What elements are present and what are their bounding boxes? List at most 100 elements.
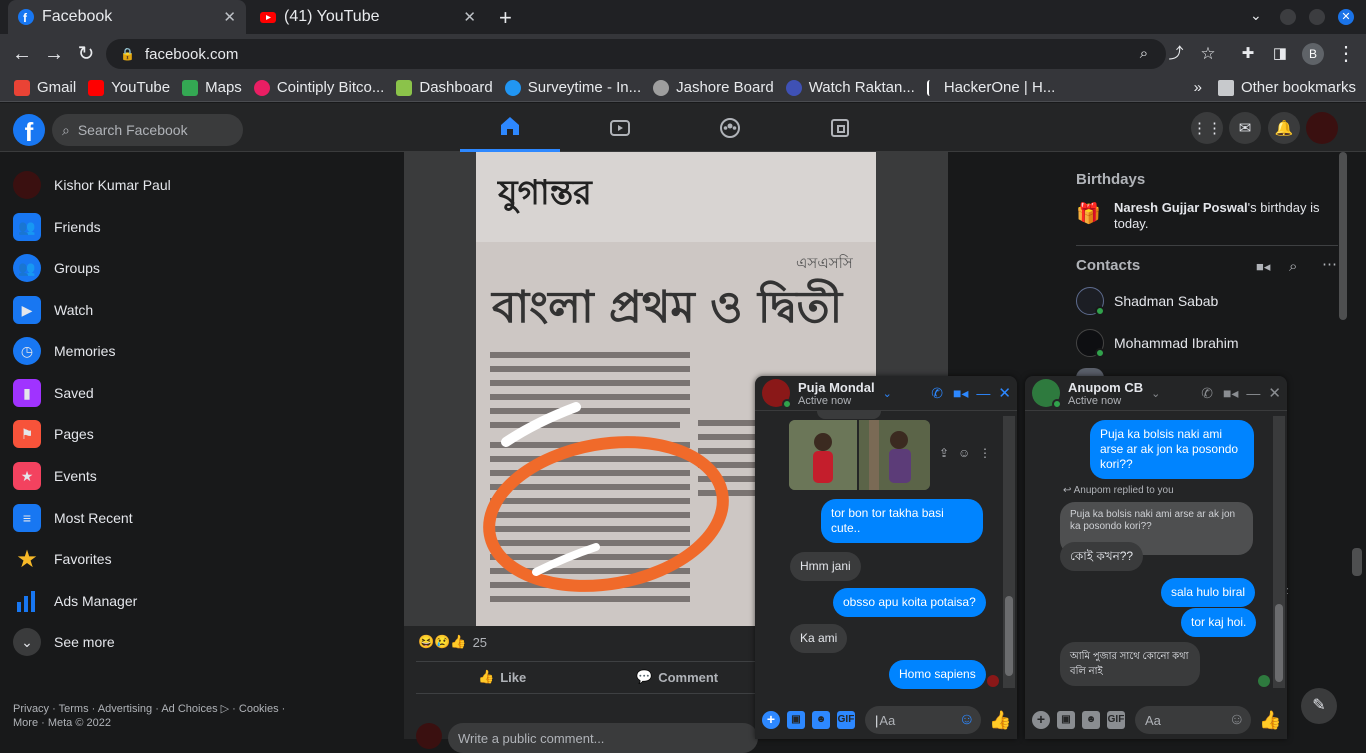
chat-header[interactable]: Puja Mondal Active now ⌄ ✆ ■◂ — ✕: [755, 376, 1017, 411]
message-sent[interactable]: Homo sapiens: [889, 660, 986, 689]
phone-icon[interactable]: ✆: [931, 385, 943, 402]
facebook-logo[interactable]: f: [13, 114, 45, 147]
bookmark-watch-raktan[interactable]: Watch Raktan...: [785, 79, 915, 96]
message-sent[interactable]: tor kaj hoi.: [1181, 608, 1257, 637]
close-tab-icon[interactable]: ✕: [223, 8, 236, 26]
gif-icon[interactable]: GIF: [1107, 711, 1125, 729]
shared-photo[interactable]: [859, 420, 930, 490]
message-sent[interactable]: sala hulo biral: [1161, 578, 1256, 607]
close-tab-icon[interactable]: ✕: [463, 8, 476, 26]
comment-input[interactable]: Write a public comment...: [448, 723, 758, 753]
chevron-down-icon[interactable]: ⌄: [1151, 387, 1160, 400]
thumbs-up-icon[interactable]: 👍: [1259, 710, 1281, 731]
search-input[interactable]: ⌕ Search Facebook: [52, 114, 243, 146]
close-window-button[interactable]: ✕: [1338, 9, 1354, 25]
like-button[interactable]: 👍 Like: [478, 669, 526, 685]
message-received[interactable]: আমি পুজার সাথে কোনো কথা বলি নাই: [1060, 642, 1200, 686]
birthday-notice[interactable]: Naresh Gujjar Poswal's birthday is today…: [1114, 200, 1334, 232]
minimize-icon[interactable]: —: [1246, 385, 1260, 401]
message-sent[interactable]: Puja ka bolsis naki ami arse ar ak jon k…: [1090, 420, 1254, 479]
back-icon[interactable]: ←: [10, 42, 34, 66]
menu-icon[interactable]: ⋮: [1334, 42, 1358, 66]
bookmark-jashore-board[interactable]: Jashore Board: [653, 79, 774, 96]
contact-item[interactable]: Shadman Sabab: [1076, 281, 1336, 321]
close-icon[interactable]: ✕: [998, 384, 1011, 402]
sidebar-item-saved[interactable]: ▮ Saved: [10, 373, 390, 413]
plus-icon[interactable]: +: [762, 711, 780, 729]
sidebar-item-memories[interactable]: ◷ Memories: [10, 331, 390, 371]
contact-item[interactable]: Mohammad Ibrahim: [1076, 323, 1336, 363]
thumbs-up-icon[interactable]: 👍: [989, 710, 1011, 731]
sticker-icon[interactable]: ☻: [812, 711, 830, 729]
gif-icon[interactable]: GIF: [837, 711, 855, 729]
message-sent[interactable]: tor bon tor takha basi cute..: [821, 499, 983, 543]
menu-grid-icon[interactable]: ⋮⋮: [1191, 112, 1223, 144]
more-options-icon[interactable]: ⋯: [1322, 255, 1337, 273]
account-avatar[interactable]: [1306, 112, 1338, 144]
photo-icon[interactable]: ▣: [1057, 711, 1075, 729]
other-bookmarks-folder[interactable]: Other bookmarks: [1217, 79, 1356, 96]
chat-scrollbar-thumb[interactable]: [1275, 604, 1283, 682]
sidebar-item-groups[interactable]: 👥 Groups: [10, 248, 390, 288]
bookmark-youtube[interactable]: YouTube: [88, 79, 170, 96]
page-scrollbar-thumb[interactable]: [1352, 548, 1362, 576]
emoji-icon[interactable]: ☺: [1229, 711, 1245, 729]
comment-button[interactable]: 💬 Comment: [636, 669, 718, 685]
sidebar-item-most-recent[interactable]: ≡ Most Recent: [10, 498, 390, 538]
share-icon[interactable]: ⇪: [939, 446, 949, 460]
chat-header[interactable]: Anupom CB Active now ⌄ ✆ ■◂ — ✕: [1025, 376, 1287, 411]
side-panel-icon[interactable]: ◨: [1268, 42, 1292, 66]
plus-icon[interactable]: +: [1032, 711, 1050, 729]
sidebar-item-favorites[interactable]: ★ Favorites: [10, 539, 390, 579]
bookmark-gmail[interactable]: Gmail: [14, 79, 76, 96]
profile-avatar[interactable]: B: [1302, 43, 1324, 65]
minimize-icon[interactable]: —: [976, 385, 990, 401]
zoom-icon[interactable]: ⌕: [1132, 42, 1156, 66]
new-message-button[interactable]: ✎: [1301, 688, 1337, 724]
minimize-window-button[interactable]: [1280, 9, 1296, 25]
react-icon[interactable]: ☺: [958, 446, 970, 460]
sidebar-item-watch[interactable]: ▶ Watch: [10, 290, 390, 330]
bookmark-hackerone[interactable]: HackerOne | H...: [926, 79, 1055, 96]
tab-facebook[interactable]: f Facebook ✕: [8, 0, 246, 34]
photo-icon[interactable]: ▣: [787, 711, 805, 729]
more-options-icon[interactable]: ⋮: [979, 446, 991, 460]
message-input[interactable]: Aa ☺: [1135, 706, 1251, 734]
watch-tab[interactable]: [570, 103, 670, 152]
message-received[interactable]: কোই কখন??: [1060, 542, 1144, 571]
extensions-icon[interactable]: ✚: [1236, 42, 1260, 66]
shared-photo[interactable]: [789, 420, 857, 490]
groups-tab[interactable]: [680, 103, 780, 152]
phone-icon[interactable]: ✆: [1201, 385, 1213, 402]
reactions-summary[interactable]: 😆😢👍 25: [418, 634, 487, 650]
share-icon[interactable]: ⤴: [1164, 42, 1188, 66]
scrollbar-thumb[interactable]: [1339, 152, 1347, 320]
sidebar-item-friends[interactable]: 👥 Friends: [10, 207, 390, 247]
sidebar-item-see-more[interactable]: ⌄ See more: [10, 622, 390, 662]
chat-scrollbar-thumb[interactable]: [1005, 596, 1013, 676]
home-tab[interactable]: [460, 103, 560, 152]
search-icon[interactable]: ⌕: [1289, 258, 1297, 275]
gaming-tab[interactable]: [790, 103, 890, 152]
tab-search-icon[interactable]: ⌄: [1250, 7, 1262, 24]
message-input[interactable]: | Aa ☺: [865, 706, 981, 734]
messenger-icon[interactable]: ✉: [1229, 112, 1261, 144]
message-received[interactable]: Ka ami: [790, 624, 848, 653]
video-call-icon[interactable]: ■◂: [1256, 259, 1270, 275]
close-icon[interactable]: ✕: [1268, 384, 1281, 402]
sticker-icon[interactable]: ☻: [1082, 711, 1100, 729]
message-sent[interactable]: obsso apu koita potaisa?: [833, 588, 986, 617]
sidebar-item-pages[interactable]: ⚑ Pages: [10, 414, 390, 454]
bookmarks-overflow-button[interactable]: »: [1194, 79, 1202, 96]
forward-icon[interactable]: →: [42, 42, 66, 66]
message-received[interactable]: Hmm jani: [790, 552, 861, 581]
sidebar-item-profile[interactable]: Kishor Kumar Paul: [10, 165, 390, 205]
maximize-window-button[interactable]: [1309, 9, 1325, 25]
sidebar-item-ads-manager[interactable]: Ads Manager: [10, 581, 390, 621]
bookmark-dashboard[interactable]: Dashboard: [396, 79, 493, 96]
reload-icon[interactable]: ↻: [74, 42, 98, 66]
emoji-icon[interactable]: ☺: [959, 711, 975, 729]
bookmark-maps[interactable]: Maps: [182, 79, 242, 96]
video-call-icon[interactable]: ■◂: [953, 385, 968, 402]
new-tab-button[interactable]: +: [499, 5, 512, 31]
